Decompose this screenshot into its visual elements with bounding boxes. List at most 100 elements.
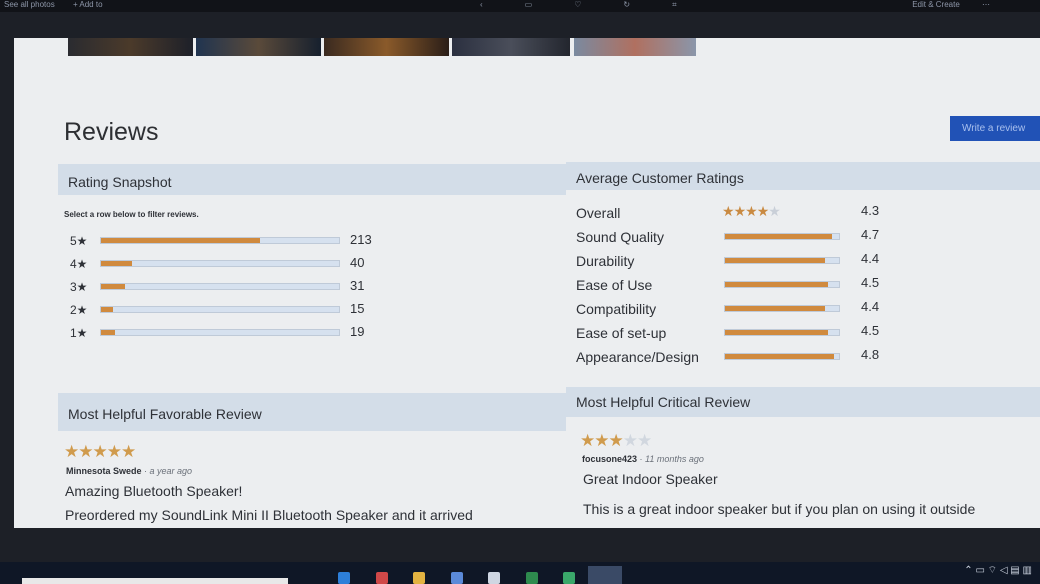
attribute-bar — [724, 233, 840, 240]
product-photo[interactable] — [324, 38, 449, 56]
web-page: Reviews Write a review Rating Snapshot A… — [14, 38, 1040, 528]
average-ratings-header: Average Customer Ratings — [566, 162, 1040, 190]
rating-count: 213 — [350, 232, 372, 247]
overall-value: 4.3 — [861, 203, 880, 218]
rating-bar — [100, 329, 340, 336]
attribute-label: Appearance/Design — [576, 349, 699, 365]
attribute-bar-fill — [725, 330, 828, 335]
reviewer-name[interactable]: Minnesota Swede — [66, 466, 142, 476]
more-icon[interactable]: ⋯ — [982, 0, 990, 9]
attribute-label: Sound Quality — [576, 229, 664, 245]
star-level-label: 4★ — [70, 257, 88, 271]
reviewer-name[interactable]: focusone423 — [582, 454, 637, 464]
heart-icon[interactable]: ♡ — [574, 0, 623, 9]
product-photo[interactable] — [574, 38, 696, 56]
favorable-reviewer: Minnesota Swede · a year ago — [66, 466, 192, 476]
edit-create-button[interactable]: Edit & Create — [912, 0, 960, 9]
overall-rating-row: Overall ★★★★★ 4.3 — [576, 203, 896, 223]
attribute-rating-row: Sound Quality 4.7 — [576, 227, 896, 247]
star-icon: ★ — [756, 203, 770, 219]
excel-icon[interactable] — [526, 572, 538, 584]
star-icon: ★ — [78, 442, 93, 461]
rating-snapshot-header: Rating Snapshot — [58, 164, 566, 195]
star-icon: ★ — [121, 442, 136, 461]
favorable-review-title: Amazing Bluetooth Speaker! — [65, 483, 243, 499]
star-level-label: 5★ — [70, 234, 88, 248]
rating-bar-fill — [101, 307, 113, 312]
attribute-label: Ease of Use — [576, 277, 653, 293]
edge-icon[interactable] — [338, 572, 350, 584]
star-level-label: 3★ — [70, 280, 88, 294]
rating-bar-fill — [101, 330, 116, 335]
see-all-photos-button[interactable]: See all photos — [4, 0, 55, 9]
system-tray[interactable]: ⌃ ▭ ⌔ ◁ ▤ ▥ — [964, 564, 1032, 577]
attribute-bar — [724, 353, 840, 360]
app-icon[interactable] — [563, 572, 575, 584]
file-explorer-icon[interactable] — [413, 572, 425, 584]
attribute-value: 4.8 — [861, 347, 880, 362]
rating-bar — [100, 237, 340, 244]
chrome-icon[interactable] — [376, 572, 388, 584]
toolbar-left: See all photos + Add to — [4, 0, 119, 9]
star-icon: ★ — [106, 442, 122, 461]
photos-app-icon[interactable] — [588, 566, 622, 584]
star-icon: ★ — [745, 203, 758, 219]
dropbox-icon[interactable] — [488, 572, 500, 584]
attribute-value: 4.7 — [861, 227, 880, 242]
attribute-bar-fill — [725, 306, 826, 311]
attribute-rating-row: Durability 4.4 — [576, 251, 896, 271]
back-icon[interactable]: ‹ — [480, 0, 525, 9]
star-icon: ★ — [637, 431, 652, 450]
rotate-icon[interactable]: ↻ — [623, 0, 672, 9]
slideshow-icon[interactable]: ▭ — [525, 0, 575, 9]
attribute-value: 4.5 — [861, 323, 880, 338]
attribute-bar — [724, 257, 840, 264]
attribute-label: Ease of set-up — [576, 325, 667, 341]
critical-review-body: This is a great indoor speaker but if yo… — [583, 501, 976, 517]
rating-filter-row-5[interactable]: 5★ 213 — [64, 232, 374, 248]
rating-filter-row-3[interactable]: 3★ 31 — [64, 278, 374, 294]
critical-review-header: Most Helpful Critical Review — [566, 387, 1040, 417]
rating-bar-fill — [101, 284, 125, 289]
write-review-button[interactable]: Write a review — [950, 116, 1040, 141]
product-photo[interactable] — [196, 38, 321, 56]
star-icon: ★ — [722, 203, 735, 219]
attribute-bar-fill — [725, 234, 833, 239]
star-icon: ★ — [580, 431, 595, 450]
critical-review-stars: ★★★★★ — [580, 431, 652, 451]
attribute-rating-row: Compatibility 4.4 — [576, 299, 896, 319]
attribute-value: 4.4 — [861, 251, 880, 266]
filter-hint: Select a row below to filter reviews. — [64, 210, 199, 219]
favorable-review-body: Preordered my SoundLink Mini II Bluetoot… — [65, 507, 473, 523]
attribute-bar-fill — [725, 354, 835, 359]
star-level-label: 1★ — [70, 326, 88, 340]
rating-bar — [100, 306, 340, 313]
rating-filter-row-4[interactable]: 4★ 40 — [64, 255, 374, 271]
attribute-bar — [724, 305, 840, 312]
attribute-bar — [724, 281, 840, 288]
rating-count: 31 — [350, 278, 365, 293]
rating-filter-row-2[interactable]: 2★ 15 — [64, 301, 374, 317]
overall-stars: ★★★★★ — [722, 203, 781, 220]
taskbar-search-box[interactable] — [22, 578, 288, 584]
rating-bar-fill — [101, 261, 132, 266]
toolbar-right: Edit & Create ⋯ — [892, 0, 990, 9]
attribute-bar-fill — [725, 282, 828, 287]
attribute-rating-row: Appearance/Design 4.8 — [576, 347, 896, 367]
star-icon: ★ — [608, 431, 624, 450]
crop-icon[interactable]: ⌗ — [672, 0, 719, 9]
store-icon[interactable] — [451, 572, 463, 584]
review-age: · a year ago — [144, 466, 193, 476]
attribute-bar-fill — [725, 258, 826, 263]
product-photo[interactable] — [68, 38, 193, 56]
rating-bar-fill — [101, 238, 261, 243]
product-photo[interactable] — [452, 38, 570, 56]
add-to-button[interactable]: + Add to — [73, 0, 103, 9]
attribute-label: Durability — [576, 253, 635, 269]
rating-filter-row-1[interactable]: 1★ 19 — [64, 324, 374, 340]
star-icon: ★ — [733, 203, 747, 219]
rating-bar — [100, 260, 340, 267]
critical-reviewer: focusone423 · 11 months ago — [582, 454, 704, 464]
attribute-label: Compatibility — [576, 301, 657, 317]
attribute-rating-row: Ease of Use 4.5 — [576, 275, 896, 295]
